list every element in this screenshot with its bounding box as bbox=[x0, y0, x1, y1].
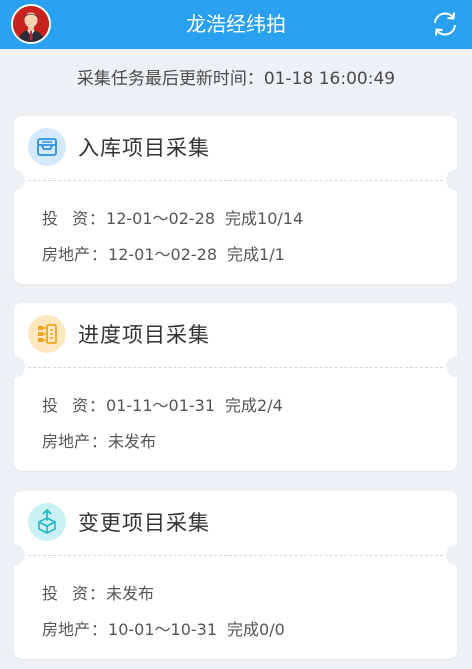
row-investment: 投资：12-01～02-28 完成10/14 bbox=[42, 205, 303, 229]
inbox-tray-icon bbox=[28, 128, 66, 166]
row-period: 12-01～02-28 bbox=[108, 245, 218, 264]
card-divider bbox=[28, 555, 443, 556]
card-title: 入库项目采集 bbox=[78, 136, 210, 160]
app-header: 龙浩经纬拍 bbox=[0, 0, 472, 49]
row-period: 10-01～10-31 bbox=[108, 620, 218, 639]
card-notch-left bbox=[3, 356, 25, 378]
card-divider bbox=[28, 367, 443, 368]
progress-flow-icon bbox=[28, 315, 66, 353]
card-divider bbox=[28, 180, 443, 181]
row-real-estate: 房地产：10-01～10-31 完成0/0 bbox=[42, 616, 285, 640]
card-title: 进度项目采集 bbox=[78, 323, 210, 347]
row-real-estate: 房地产：未发布 bbox=[42, 428, 166, 452]
card-title: 变更项目采集 bbox=[78, 511, 210, 535]
row-status: 完成1/1 bbox=[227, 245, 285, 264]
card-notch-right bbox=[446, 544, 468, 566]
row-label: 房地产 bbox=[42, 620, 91, 639]
row-period: 未发布 bbox=[106, 584, 155, 603]
last-update-text: 采集任务最后更新时间：01-18 16:00:49 bbox=[76, 69, 396, 89]
row-status: 完成2/4 bbox=[225, 396, 283, 415]
row-investment: 投资：未发布 bbox=[42, 580, 164, 604]
row-period: 未发布 bbox=[108, 432, 157, 451]
row-investment: 投资：01-11～01-31 完成2/4 bbox=[42, 392, 283, 416]
app-title: 龙浩经纬拍 bbox=[186, 12, 286, 36]
card-notch-right bbox=[446, 169, 468, 191]
row-status: 完成10/14 bbox=[225, 209, 304, 228]
card-notch-left bbox=[3, 169, 25, 191]
row-period: 01-11～01-31 bbox=[106, 396, 216, 415]
card-notch-left bbox=[3, 544, 25, 566]
box-change-icon bbox=[28, 503, 66, 541]
row-period: 12-01～02-28 bbox=[106, 209, 216, 228]
card-storage-collection[interactable]: 入库项目采集 投资：12-01～02-28 完成10/14 房地产：12-01～0… bbox=[3, 116, 468, 284]
card-progress-collection[interactable]: 进度项目采集 投资：01-11～01-31 完成2/4 房地产：未发布 bbox=[3, 303, 468, 471]
row-status: 完成0/0 bbox=[227, 620, 285, 639]
card-change-collection[interactable]: 变更项目采集 投资：未发布 房地产：10-01～10-31 完成0/0 bbox=[3, 491, 468, 659]
row-label: 房地产 bbox=[42, 432, 91, 451]
card-notch-right bbox=[446, 356, 468, 378]
refresh-button[interactable] bbox=[430, 9, 460, 39]
row-real-estate: 房地产：12-01～02-28 完成1/1 bbox=[42, 241, 285, 265]
refresh-icon bbox=[434, 12, 456, 36]
row-label: 房地产 bbox=[42, 245, 91, 264]
